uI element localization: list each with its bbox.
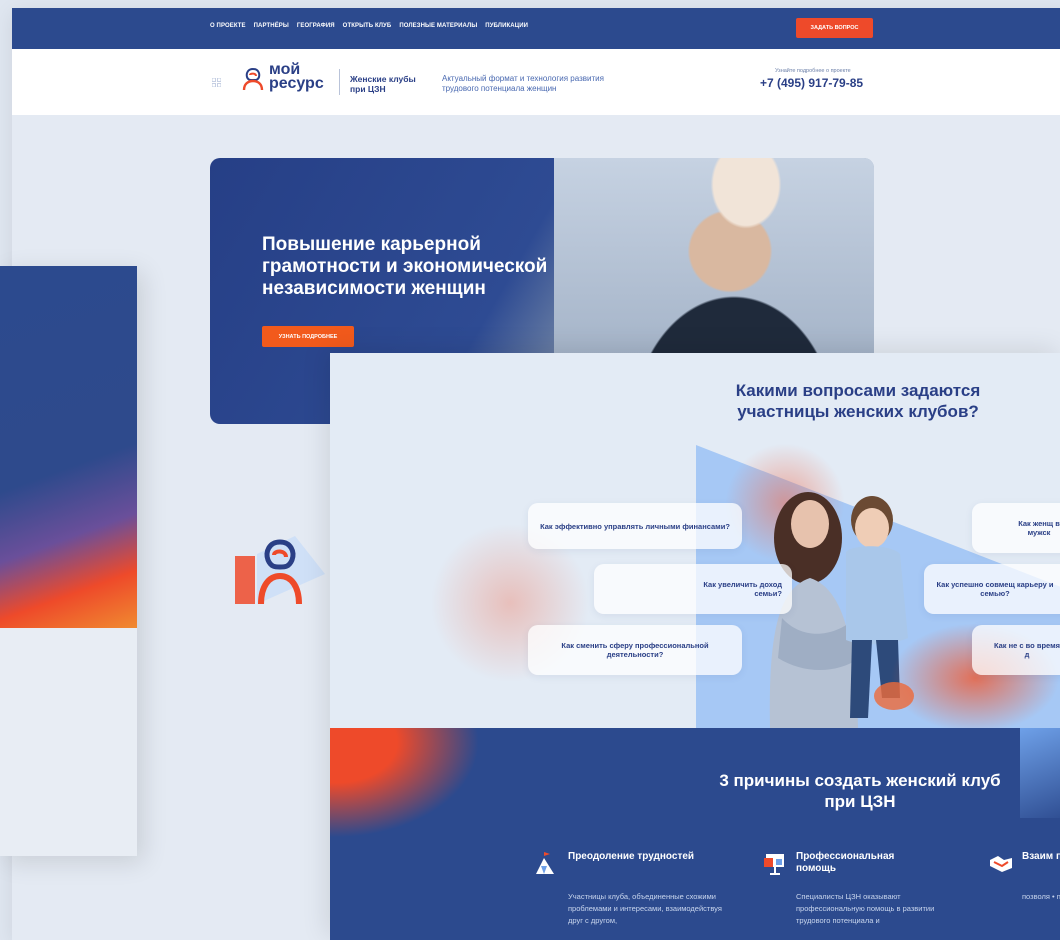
questions-window: Какими вопросами задаются участницы женс… [330, 353, 1060, 940]
nav-item-geography[interactable]: ГЕОГРАФИЯ [297, 23, 335, 29]
reasons-title: 3 причины создать женский клуб при ЦЗН [719, 771, 1001, 811]
ask-question-button[interactable]: ЗАДАТЬ ВОПРОС [796, 18, 873, 38]
logo-line-2: ресурс [269, 75, 324, 92]
questions-title: Какими вопросами задаются участницы женс… [735, 381, 981, 421]
questions-section: Какими вопросами задаются участницы женс… [330, 353, 1060, 728]
site-header: мой ресурс Женские клубы при ЦЗН Актуаль… [12, 49, 1060, 115]
handshake-icon [990, 856, 1012, 872]
question-card[interactable]: Как не с во время д [972, 625, 1060, 675]
top-nav-menu: О ПРОЕКТЕ ПАРТНЁРЫ ГЕОГРАФИЯ ОТКРЫТЬ КЛУ… [210, 23, 528, 29]
phone-number-link[interactable]: +7 (495) 917-79-85 [760, 76, 863, 90]
logo-woman-icon[interactable] [241, 67, 265, 91]
question-text: Как успешно совмещ карьеру и семью? [936, 580, 1054, 598]
nav-item-partners[interactable]: ПАРТНЁРЫ [254, 23, 289, 29]
header-tagline: Актуальный формат и технология развития … [442, 74, 642, 94]
question-card[interactable]: Как женщ в мужск [972, 503, 1060, 553]
logo-text[interactable]: мой ресурс [269, 62, 324, 92]
question-text: Как сменить сферу профессиональной деяте… [561, 641, 709, 659]
question-text: Как увеличить доход семьи? [703, 580, 782, 598]
decor-glow [1020, 728, 1060, 818]
reason-title: Взаим подде [1022, 851, 1060, 862]
logo-divider [339, 69, 340, 95]
reasons-section: 3 причины создать женский клуб при ЦЗН П… [330, 728, 1060, 940]
question-card[interactable]: Как увеличить доход семьи? [594, 564, 792, 614]
side-gradient-panel [0, 266, 137, 628]
tagline-line-2: трудового потенциала женщин [442, 84, 557, 93]
tagline-line-1: Актуальный формат и технология развития [442, 74, 604, 83]
question-text: Как женщ в мужск [1018, 519, 1060, 537]
top-navigation-bar: О ПРОЕКТЕ ПАРТНЁРЫ ГЕОГРАФИЯ ОТКРЫТЬ КЛУ… [12, 8, 1060, 49]
hero-title: Повышение карьерной грамотности и эконом… [262, 234, 548, 299]
clubs-label: Женские клубы при ЦЗН [350, 74, 430, 94]
learn-more-button[interactable]: УЗНАТЬ ПОДРОБНЕЕ [262, 326, 354, 347]
nav-item-materials[interactable]: ПОЛЕЗНЫЕ МАТЕРИАЛЫ [399, 23, 477, 29]
phone-caption: Узнайте подробнее о проекте [775, 68, 851, 74]
side-preview-window [0, 266, 137, 856]
question-card[interactable]: Как сменить сферу профессиональной деяте… [528, 625, 742, 675]
nav-item-open-club[interactable]: ОТКРЫТЬ КЛУБ [343, 23, 392, 29]
clubs-line-2: при ЦЗН [350, 84, 386, 94]
decor-glow [330, 728, 480, 838]
question-card[interactable]: Как эффективно управлять личными финанса… [528, 503, 742, 549]
large-logo-icon [235, 536, 325, 604]
nav-item-about[interactable]: О ПРОЕКТЕ [210, 23, 246, 29]
presentation-board-icon [764, 854, 784, 875]
reason-text: Участницы клуба, объединенные схожими пр… [568, 892, 722, 925]
question-text: Как эффективно управлять личными финанса… [540, 521, 730, 531]
reason-title: Преодоление трудностей [568, 851, 695, 862]
side-light-panel [0, 628, 137, 856]
nav-item-publications[interactable]: ПУБЛИКАЦИИ [485, 23, 528, 29]
question-card[interactable]: Как успешно совмещ карьеру и семью? [924, 564, 1060, 614]
reason-text: Специалисты ЦЗН оказывают профессиональн… [796, 892, 935, 925]
mountain-flag-icon [536, 852, 554, 874]
question-text: Как не с во время д [993, 641, 1060, 659]
clubs-line-1: Женские клубы [350, 74, 416, 84]
reason-title: Профессиональная помощь [796, 851, 895, 874]
grid-menu-icon[interactable] [212, 78, 221, 87]
reason-text: позволя • при [1022, 892, 1060, 901]
